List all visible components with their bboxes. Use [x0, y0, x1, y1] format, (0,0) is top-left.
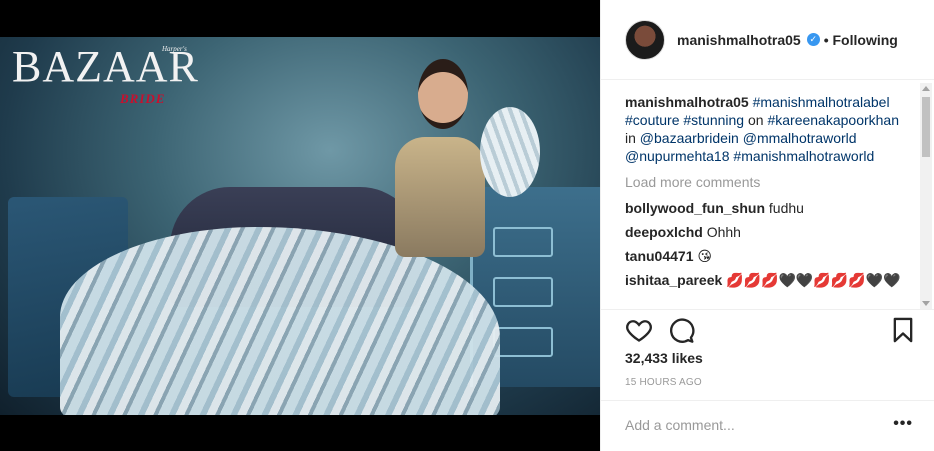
post-media: Harper's BAZAAR BRIDE — [0, 0, 600, 451]
username-link[interactable]: manishmalhotra05 — [677, 32, 801, 48]
likes-count[interactable]: 32,433 likes — [625, 350, 703, 366]
desk-drawer — [493, 277, 553, 307]
scroll-thumb[interactable] — [922, 97, 930, 157]
hashtag-link[interactable]: #manishmalhotraworld — [733, 148, 874, 164]
following-button[interactable]: • Following — [824, 32, 898, 48]
comment-icon[interactable] — [667, 316, 695, 344]
comment-text: Ohhh — [706, 224, 741, 240]
caption-text: in — [625, 130, 640, 146]
hashtag-link[interactable]: #manishmalhotralabel — [753, 94, 890, 110]
post-timestamp[interactable]: 15 HOURS AGO — [625, 377, 702, 388]
gown-bodice — [395, 137, 485, 257]
verified-badge-icon: ✓ — [806, 33, 820, 46]
scroll-down-arrow-icon[interactable] — [922, 301, 930, 306]
comment-item: ishitaa_pareek 💋💋💋🖤🖤💋💋💋🖤🖤 — [625, 271, 911, 289]
caption-username[interactable]: manishmalhotra05 — [625, 94, 749, 110]
avatar[interactable] — [625, 19, 665, 60]
comments-scrollbar[interactable] — [920, 83, 932, 309]
bookmark-icon[interactable] — [889, 316, 917, 344]
caption-text: on — [744, 112, 768, 128]
mention-link[interactable]: @mmalhotraworld — [743, 130, 857, 146]
post-header: manishmalhotra05 ✓ • Following — [601, 0, 934, 80]
load-more-comments[interactable]: Load more comments — [625, 173, 911, 191]
heart-icon[interactable] — [625, 316, 653, 344]
post-actions — [617, 312, 919, 348]
mention-link[interactable]: @bazaarbridein — [640, 130, 739, 146]
scroll-up-arrow-icon[interactable] — [922, 86, 930, 91]
model-head — [418, 59, 468, 129]
add-comment-input[interactable] — [625, 417, 865, 433]
comment-username[interactable]: ishitaa_pareek — [625, 272, 722, 288]
post-sidebar: manishmalhotra05 ✓ • Following manishmal… — [600, 0, 934, 451]
comment-item: bollywood_fun_shun fudhu — [625, 199, 911, 217]
magazine-subtitle: BRIDE — [120, 91, 166, 106]
comment-username[interactable]: tanu04471 — [625, 248, 693, 264]
comments-list[interactable]: manishmalhotra05 #manishmalhotralabel #c… — [601, 81, 934, 310]
post-photo[interactable]: Harper's BAZAAR BRIDE — [0, 37, 600, 415]
comment-item: deepoxlchd Ohhh — [625, 223, 911, 241]
hashtag-link[interactable]: #kareenakapoorkhan — [767, 112, 899, 128]
comment-text: 💋💋💋🖤🖤💋💋💋🖤🖤 — [726, 272, 901, 288]
mention-link[interactable]: @nupurmehta18 — [625, 148, 730, 164]
desk-drawer — [493, 327, 553, 357]
comment-text: fudhu — [768, 200, 804, 216]
magazine-super: Harper's — [162, 45, 187, 53]
comment-text: 😘 — [697, 248, 712, 264]
post-caption: manishmalhotra05 #manishmalhotralabel #c… — [625, 93, 911, 165]
hashtag-link[interactable]: #stunning — [683, 112, 744, 128]
hashtag-link[interactable]: #couture — [625, 112, 679, 128]
more-options-icon[interactable]: ••• — [893, 415, 913, 433]
comment-item: tanu04471 😘 — [625, 247, 911, 265]
desk-drawer — [493, 227, 553, 257]
feather-sleeve — [480, 107, 540, 197]
comment-username[interactable]: deepoxlchd — [625, 224, 703, 240]
add-comment-section: ••• — [601, 400, 934, 451]
magazine-logo: Harper's BAZAAR BRIDE — [12, 45, 199, 107]
comment-username[interactable]: bollywood_fun_shun — [625, 200, 765, 216]
